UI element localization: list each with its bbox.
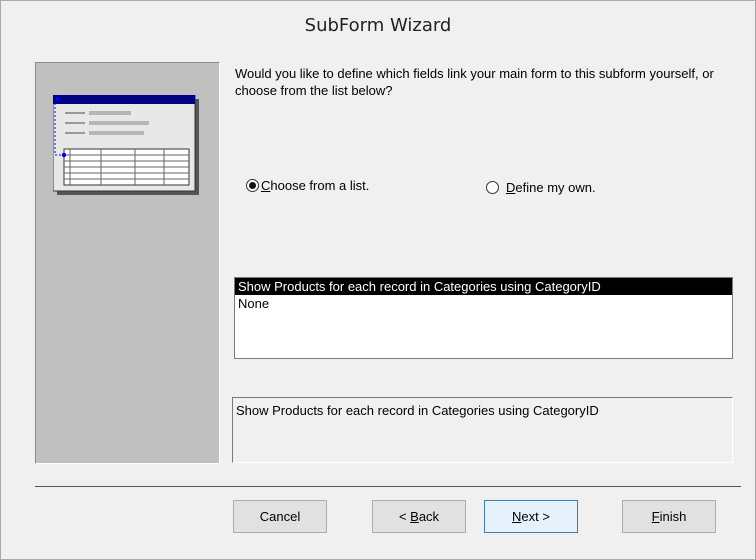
back-button[interactable]: < Back bbox=[372, 500, 466, 533]
selection-description: Show Products for each record in Categor… bbox=[232, 397, 733, 463]
link-mode-radio-group: Choose from a list. Define my own. bbox=[244, 178, 724, 202]
define-my-own-radio[interactable]: Define my own. bbox=[486, 180, 596, 195]
choose-from-list-radio[interactable]: Choose from a list. bbox=[246, 178, 369, 193]
define-my-own-label[interactable]: Define my own. bbox=[506, 180, 596, 195]
radio-checked-icon[interactable] bbox=[246, 179, 259, 192]
list-item[interactable]: Show Products for each record in Categor… bbox=[235, 278, 732, 295]
wizard-illustration-panel bbox=[35, 62, 220, 464]
link-question-text: Would you like to define which fields li… bbox=[235, 66, 714, 98]
next-button[interactable]: Next > bbox=[484, 500, 578, 533]
subform-wizard-window: SubForm Wizard Would you like to define … bbox=[0, 0, 756, 560]
choose-from-list-label[interactable]: Choose from a list. bbox=[261, 178, 369, 193]
cancel-button[interactable]: Cancel bbox=[233, 500, 327, 533]
button-separator bbox=[35, 486, 741, 487]
window-title: SubForm Wizard bbox=[1, 1, 755, 49]
link-options-listbox[interactable]: Show Products for each record in Categor… bbox=[234, 277, 733, 359]
radio-unchecked-icon[interactable] bbox=[486, 181, 499, 194]
finish-button[interactable]: Finish bbox=[622, 500, 716, 533]
list-item[interactable]: None bbox=[235, 295, 732, 312]
form-subform-link-illustration bbox=[53, 95, 199, 195]
